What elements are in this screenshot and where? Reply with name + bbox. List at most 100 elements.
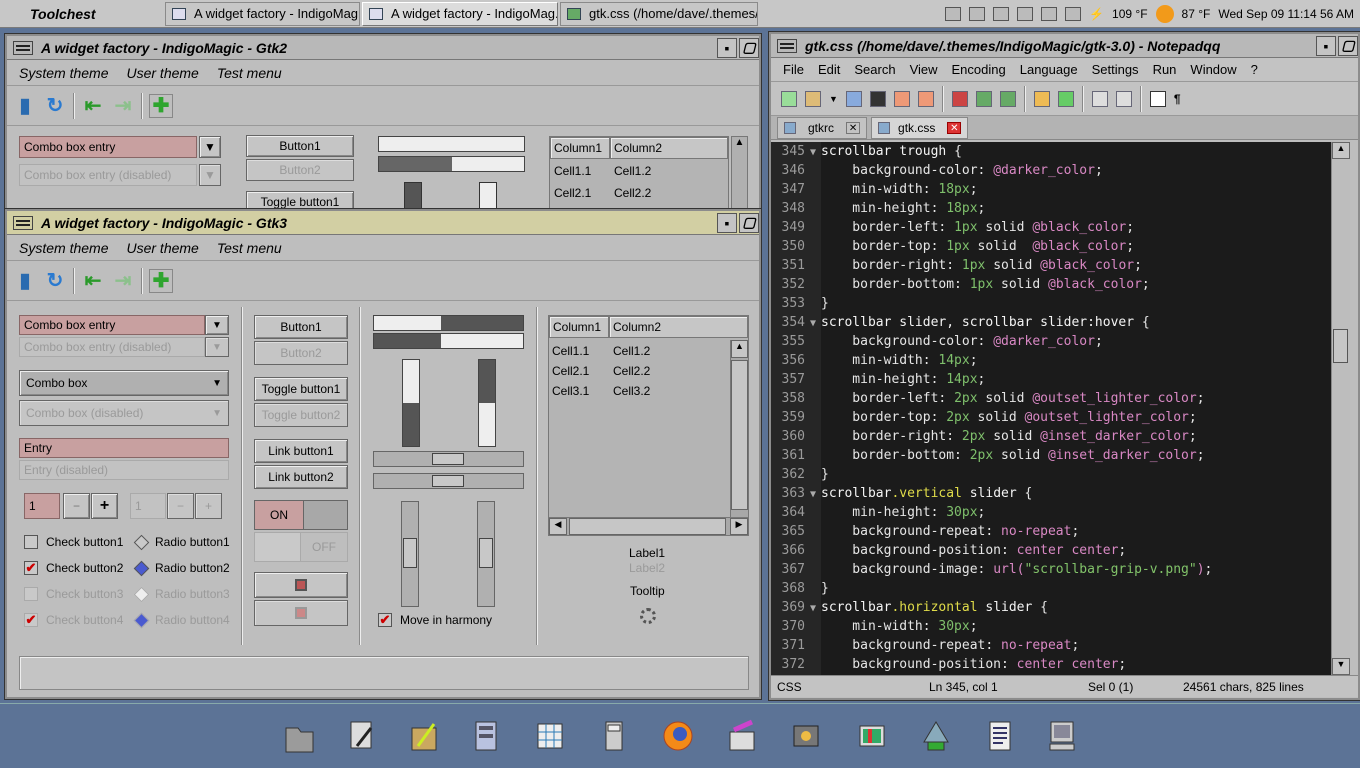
save-icon[interactable] <box>869 90 886 107</box>
code-line[interactable]: 370 min-width: 30px; <box>771 617 1331 636</box>
status-language[interactable]: CSS <box>777 680 802 694</box>
fold-marker-icon[interactable]: ▼ <box>805 599 821 618</box>
cell[interactable]: Cell1.1 <box>552 344 589 358</box>
close-all-icon[interactable] <box>917 90 934 107</box>
checkbox-checked[interactable]: ✔ <box>24 560 38 575</box>
editor-icon[interactable] <box>340 714 384 758</box>
menu-user-theme[interactable]: User theme <box>126 65 198 81</box>
vertical-scale[interactable] <box>479 182 497 212</box>
power-icon[interactable]: ⚡ <box>1089 7 1104 21</box>
code-line[interactable]: 366 background-position: center center; <box>771 541 1331 560</box>
code-line[interactable]: 357 min-height: 14px; <box>771 370 1331 389</box>
writer-icon[interactable] <box>402 714 446 758</box>
menu-test[interactable]: Test menu <box>217 240 282 256</box>
computer-icon[interactable] <box>1040 714 1084 758</box>
code-line[interactable]: 349 border-left: 1px solid @black_color; <box>771 218 1331 237</box>
task-gtk3[interactable]: A widget factory - IndigoMag... <box>165 1 360 26</box>
fold-marker-icon[interactable]: ▼ <box>805 485 821 504</box>
scroll-down-icon[interactable]: ▼ <box>1332 658 1350 675</box>
combo-box[interactable]: Combo box ▼ <box>19 370 229 396</box>
scroll-right-icon[interactable]: ▶ <box>730 518 748 535</box>
scroll-up-icon[interactable]: ▲ <box>1332 142 1350 159</box>
maximize-button[interactable]: ▢ <box>739 212 759 233</box>
code-line[interactable]: 364 min-height: 30px; <box>771 503 1331 522</box>
radio-diamond-icon[interactable] <box>133 534 150 550</box>
scale-slider[interactable] <box>403 538 417 568</box>
menu-item[interactable]: Edit <box>818 62 840 77</box>
code-line[interactable]: 365 background-repeat: no-repeat; <box>771 522 1331 541</box>
maximize-button[interactable]: ▢ <box>739 37 759 58</box>
paint-icon[interactable] <box>720 714 764 758</box>
toggle-button1[interactable]: Toggle button1 <box>254 377 348 401</box>
code-line[interactable]: 372 background-position: center center; <box>771 655 1331 674</box>
minimize-button[interactable]: ▪ <box>717 37 737 58</box>
zoom-out-icon[interactable] <box>1115 90 1132 107</box>
code-line[interactable]: 358 border-left: 2px solid @outset_light… <box>771 389 1331 408</box>
check-button1[interactable]: Check button1 <box>24 535 123 549</box>
go-forward-icon[interactable]: ⇥ <box>111 94 135 118</box>
menu-item[interactable]: Encoding <box>952 62 1006 77</box>
code-line[interactable]: 356 min-width: 14px; <box>771 351 1331 370</box>
cell[interactable]: Cell1.2 <box>613 344 650 358</box>
code-line[interactable]: 353} <box>771 294 1331 313</box>
code-line[interactable]: 359 border-top: 2px solid @outset_lighte… <box>771 408 1331 427</box>
fold-marker-icon[interactable]: ▼ <box>805 314 821 333</box>
code-line[interactable]: 352 border-bottom: 1px solid @black_colo… <box>771 275 1331 294</box>
editor-scrollbar[interactable]: ▲ ▼ <box>1331 142 1350 675</box>
link-button1[interactable]: Link button1 <box>254 439 348 463</box>
go-forward-icon[interactable]: ⇥ <box>111 269 135 293</box>
radio-button1[interactable]: Radio button1 <box>133 534 230 550</box>
folder-icon[interactable] <box>276 714 320 758</box>
button1[interactable]: Button1 <box>246 135 354 157</box>
code-line[interactable]: 371 background-repeat: no-repeat; <box>771 636 1331 655</box>
close-tab-icon[interactable]: ✕ <box>947 122 962 134</box>
scroll-thumb[interactable] <box>731 360 748 510</box>
new-file-icon[interactable] <box>781 90 797 107</box>
clipboard-icon[interactable] <box>993 6 1010 21</box>
window-menu-icon[interactable] <box>13 215 33 230</box>
menu-item[interactable]: Run <box>1153 62 1177 77</box>
code-line[interactable]: 368} <box>771 579 1331 598</box>
switch-on[interactable]: ON <box>254 500 348 530</box>
code-line[interactable]: 367 background-image: url("scrollbar-gri… <box>771 560 1331 579</box>
cell[interactable]: Cell2.1 <box>554 186 591 200</box>
minimize-button[interactable]: ▪ <box>1316 35 1336 56</box>
menu-system-theme[interactable]: System theme <box>19 240 108 256</box>
code-editor[interactable]: 345 ▼ scrollbar trough {346 background-col… <box>771 142 1331 675</box>
close-file-icon[interactable] <box>893 90 910 107</box>
combo-entry[interactable]: Combo box entry <box>19 315 205 335</box>
open-icon[interactable]: ▮ <box>13 269 37 293</box>
open-folder-icon[interactable] <box>805 90 821 107</box>
spin-plus-button[interactable]: + <box>91 493 118 519</box>
add-icon[interactable]: ✚ <box>149 268 173 293</box>
tree-view[interactable]: Column1 Column2 Cell1.1 Cell1.2 Cell2.1 … <box>549 136 729 216</box>
code-line[interactable]: 346 background-color: @darker_color; <box>771 161 1331 180</box>
cut-icon[interactable] <box>951 90 968 107</box>
archive-icon[interactable] <box>464 714 508 758</box>
cell[interactable]: Cell2.1 <box>552 364 589 378</box>
mail-icon[interactable] <box>945 6 962 21</box>
gtk2-titlebar[interactable]: A widget factory - IndigoMagic - Gtk2 ▪ … <box>7 36 759 60</box>
chevron-down-icon[interactable]: ▼ <box>205 315 229 335</box>
minimize-button[interactable]: ▪ <box>717 212 737 233</box>
menu-system-theme[interactable]: System theme <box>19 65 108 81</box>
code-line[interactable]: 355 background-color: @darker_color; <box>771 332 1331 351</box>
code-line[interactable]: 348 min-height: 18px; <box>771 199 1331 218</box>
menu-test[interactable]: Test menu <box>217 65 282 81</box>
open-icon[interactable]: ▮ <box>13 94 37 118</box>
cell[interactable]: Cell1.1 <box>554 164 591 178</box>
scrollbar[interactable]: ▲ <box>731 136 748 216</box>
maximize-button[interactable]: ▢ <box>1338 35 1358 56</box>
fold-marker-icon[interactable]: ▼ <box>805 143 821 162</box>
network-icon[interactable] <box>914 714 958 758</box>
menu-item[interactable]: Window <box>1190 62 1236 77</box>
menu-item[interactable]: Search <box>854 62 895 77</box>
radio-diamond-icon[interactable] <box>133 560 150 576</box>
vertical-scale[interactable] <box>401 501 419 607</box>
code-line[interactable]: 363 ▼ scrollbar.vertical slider { <box>771 484 1331 503</box>
color-button[interactable] <box>254 572 348 598</box>
pilcrow-icon[interactable]: ¶ <box>1174 92 1181 106</box>
wifi-icon[interactable] <box>1041 6 1058 21</box>
cell[interactable]: Cell3.1 <box>552 384 589 398</box>
refresh-icon[interactable]: ↻ <box>43 94 67 118</box>
